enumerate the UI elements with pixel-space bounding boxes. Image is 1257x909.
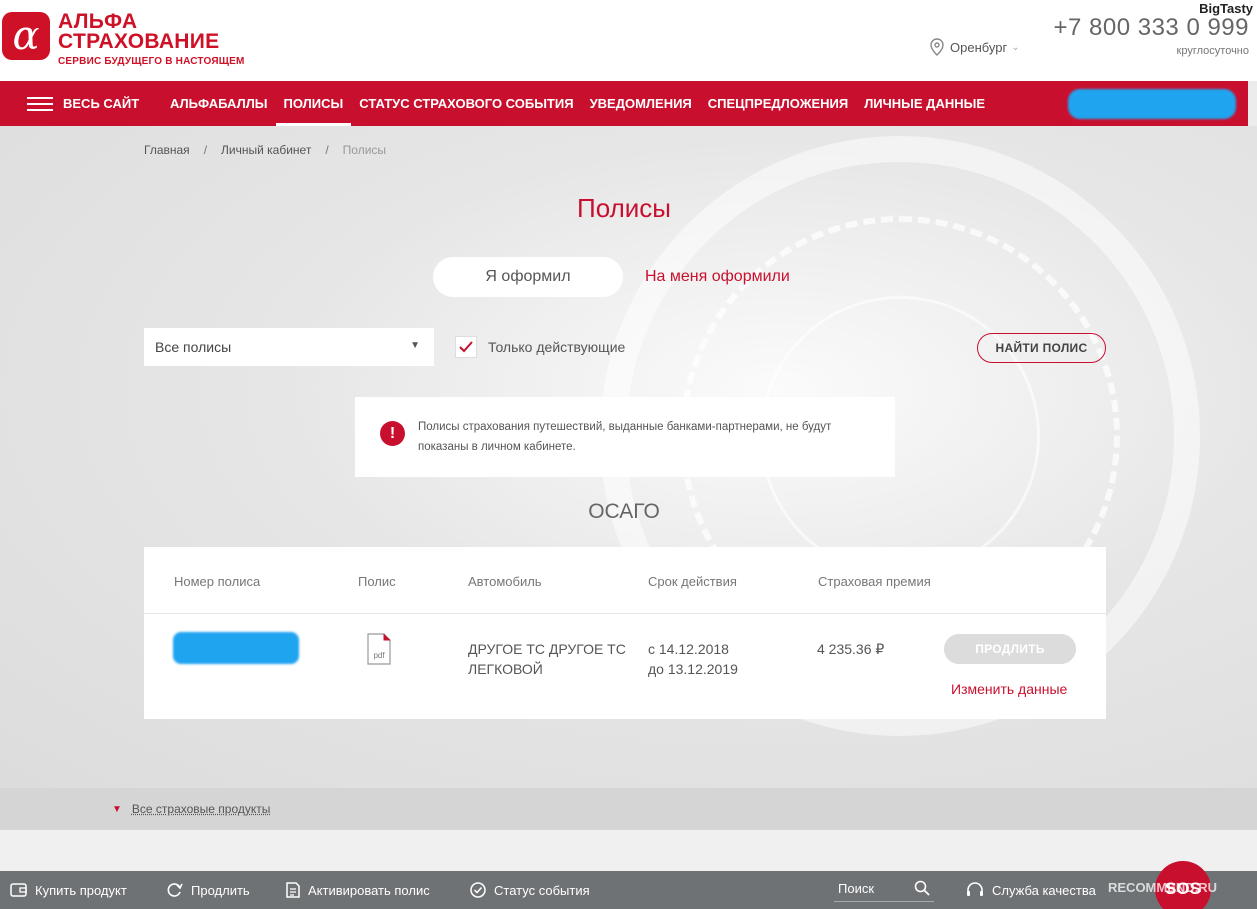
- validity-cell: с 14.12.2018 до 13.12.2019: [648, 639, 738, 679]
- breadcrumb: Главная / Личный кабинет / Полисы: [144, 143, 386, 157]
- logo-text: АЛЬФА СТРАХОВАНИЕ СЕРВИС БУДУЩЕГО В НАСТ…: [58, 10, 245, 67]
- checkmark-icon: [459, 341, 473, 353]
- breadcrumb-cabinet[interactable]: Личный кабинет: [221, 143, 311, 157]
- main-nav: ВЕСЬ САЙТ АЛЬФАБАЛЛЫ ПОЛИСЫ СТАТУС СТРАХ…: [0, 81, 1248, 126]
- search-placeholder: Поиск: [838, 881, 875, 896]
- user-name-redacted[interactable]: [1068, 89, 1236, 119]
- column-header-car: Автомобиль: [468, 574, 542, 589]
- location-pin-icon: [930, 38, 944, 56]
- headset-icon: [967, 882, 983, 896]
- car-line-2: ЛЕГКОВОЙ: [468, 661, 543, 677]
- nav-item-alfaballs[interactable]: АЛЬФАБАЛЛЫ: [162, 81, 276, 126]
- car-line-1: ДРУГОЕ ТС ДРУГОЕ ТС: [468, 641, 626, 657]
- buy-product-button[interactable]: Купить продукт: [10, 871, 127, 909]
- only-active-label: Только действующие: [488, 339, 626, 355]
- company-logo[interactable]: α АЛЬФА СТРАХОВАНИЕ СЕРВИС БУДУЩЕГО В НА…: [2, 10, 245, 67]
- chevron-down-icon: ▼: [410, 340, 420, 351]
- column-header-policy: Полис: [358, 574, 396, 589]
- search-input[interactable]: Поиск: [834, 876, 934, 902]
- nav-item-personal-data[interactable]: ЛИЧНЫЕ ДАННЫЕ: [856, 81, 993, 126]
- page-title: Полисы: [577, 193, 671, 223]
- quality-service-label: Служба качества: [992, 882, 1096, 898]
- city-selector[interactable]: Оренбург ⌄: [930, 38, 1020, 56]
- column-header-validity: Срок действия: [648, 574, 737, 589]
- only-active-filter[interactable]: Только действующие: [455, 336, 625, 358]
- event-status-label: Статус события: [494, 882, 590, 898]
- breadcrumb-current: Полисы: [342, 143, 387, 157]
- refresh-icon: [167, 883, 183, 897]
- logo-line-1: АЛЬФА: [58, 10, 138, 33]
- renew-button[interactable]: Продлить: [166, 871, 250, 909]
- nav-item-policies[interactable]: ПОЛИСЫ: [275, 81, 352, 126]
- event-status-button[interactable]: Статус события: [470, 871, 590, 909]
- watermark-site: RECOMMEND.RU: [1108, 880, 1218, 895]
- phone-hours: круглосуточно: [1176, 45, 1249, 57]
- activate-policy-label: Активировать полис: [308, 882, 430, 898]
- notice-text: Полисы страхования путешествий, выданные…: [418, 421, 832, 453]
- hamburger-menu-icon: [27, 96, 53, 111]
- logo-line-2: СТРАХОВАНИЕ: [58, 30, 220, 53]
- logo-tagline: СЕРВИС БУДУЩЕГО В НАСТОЯЩЕМ: [58, 56, 245, 67]
- all-site-menu-button[interactable]: ВЕСЬ САЙТ: [27, 81, 139, 126]
- search-icon[interactable]: [914, 880, 930, 896]
- all-products-bar: ▼ Все страховые продукты: [0, 788, 1257, 830]
- exclamation-icon: !: [380, 421, 405, 446]
- renew-policy-button[interactable]: ПРОДЛИТЬ: [944, 634, 1076, 664]
- only-active-checkbox[interactable]: [455, 336, 477, 358]
- footer-gap: [0, 830, 1257, 871]
- section-title-osago: ОСАГО: [588, 500, 660, 523]
- breadcrumb-home[interactable]: Главная: [144, 143, 190, 157]
- policies-table: Номер полиса Полис Автомобиль Срок дейст…: [144, 547, 1106, 719]
- tab-issued-by-me[interactable]: Я оформил: [433, 257, 623, 297]
- valid-to: до 13.12.2019: [648, 661, 738, 677]
- pdf-label: pdf: [373, 651, 385, 660]
- policy-type-value: Все полисы: [155, 339, 232, 355]
- nav-items: АЛЬФАБАЛЛЫ ПОЛИСЫ СТАТУС СТРАХОВОГО СОБЫ…: [162, 81, 993, 126]
- column-header-premium: Страховая премия: [818, 574, 931, 589]
- chevron-down-icon: ▼: [112, 803, 122, 815]
- chevron-down-icon: ⌄: [1011, 41, 1020, 53]
- change-data-link[interactable]: Изменить данные: [951, 681, 1067, 697]
- policy-type-select[interactable]: Все полисы ▼: [144, 328, 434, 366]
- column-header-policy-number: Номер полиса: [174, 574, 261, 589]
- all-products-label: Все страховые продукты: [131, 802, 271, 816]
- check-circle-icon: [470, 882, 486, 898]
- all-site-label: ВЕСЬ САЙТ: [63, 96, 140, 111]
- all-products-toggle[interactable]: ▼ Все страховые продукты: [112, 802, 270, 816]
- logo-alpha-mark: α: [2, 12, 50, 60]
- nav-item-notifications[interactable]: УВЕДОМЛЕНИЯ: [582, 81, 700, 126]
- quality-service-button[interactable]: Служба качества: [966, 871, 1096, 909]
- pdf-file-icon[interactable]: pdf: [367, 633, 391, 665]
- bottom-toolbar: Купить продукт Продлить Активировать пол…: [0, 871, 1257, 909]
- site-header: α АЛЬФА СТРАХОВАНИЕ СЕРВИС БУДУЩЕГО В НА…: [0, 0, 1257, 81]
- city-name: Оренбург: [950, 39, 1008, 55]
- policy-number-redacted[interactable]: [173, 632, 299, 664]
- phone-number[interactable]: +7 800 333 0 999: [1053, 14, 1249, 42]
- breadcrumb-separator: /: [203, 143, 208, 157]
- nav-item-claim-status[interactable]: СТАТУС СТРАХОВОГО СОБЫТИЯ: [351, 81, 581, 126]
- car-cell: ДРУГОЕ ТС ДРУГОЕ ТС ЛЕГКОВОЙ: [468, 639, 626, 679]
- premium-value: 4 235.36 ₽: [817, 641, 885, 657]
- nav-item-special-offers[interactable]: СПЕЦПРЕДЛОЖЕНИЯ: [700, 81, 856, 126]
- document-icon: [286, 882, 300, 898]
- wallet-icon: [10, 883, 27, 897]
- find-policy-button[interactable]: НАЙТИ ПОЛИС: [977, 333, 1106, 363]
- table-divider: [144, 613, 1106, 614]
- buy-product-label: Купить продукт: [35, 882, 127, 898]
- valid-from: с 14.12.2018: [648, 641, 729, 657]
- tab-issued-for-me[interactable]: На меня оформили: [645, 268, 790, 286]
- notice-box: ! Полисы страхования путешествий, выданн…: [355, 397, 895, 477]
- renew-label: Продлить: [191, 882, 250, 898]
- activate-policy-button[interactable]: Активировать полис: [286, 871, 430, 909]
- breadcrumb-separator: /: [325, 143, 329, 157]
